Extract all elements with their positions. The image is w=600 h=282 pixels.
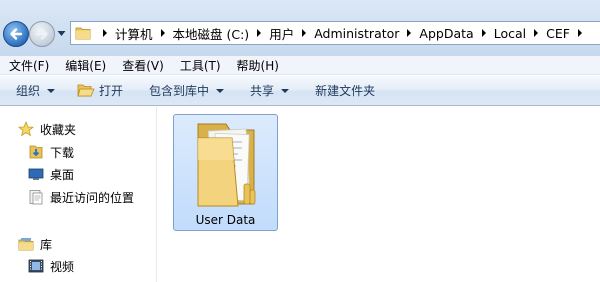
- arrow-right-icon: [35, 28, 48, 40]
- folder-icon: [75, 27, 91, 40]
- menu-file[interactable]: 文件(F): [0, 57, 56, 74]
- nav-libraries[interactable]: 库: [18, 235, 52, 253]
- navigation-pane: 收藏夹 下载 桌面 最近访问的位置 库 视频: [0, 107, 157, 282]
- crumb-computer[interactable]: 计算机: [115, 24, 153, 43]
- open-label: 打开: [99, 84, 124, 98]
- recent-pages-dropdown[interactable]: [57, 29, 66, 38]
- back-button[interactable]: [3, 21, 29, 47]
- breadcrumb-separator[interactable]: [160, 29, 165, 37]
- folder-icon: [197, 123, 256, 207]
- share-button[interactable]: 共享: [236, 76, 301, 105]
- menu-tools[interactable]: 工具(T): [171, 57, 228, 74]
- open-button[interactable]: 打开: [67, 76, 135, 105]
- nav-desktop[interactable]: 桌面: [28, 165, 74, 183]
- breadcrumb-separator[interactable]: [257, 29, 262, 37]
- star-icon: [18, 121, 34, 137]
- address-box[interactable]: 计算机 本地磁盘 (C:) 用户 Administrator AppData L…: [70, 21, 600, 45]
- nav-recent-label: 最近访问的位置: [50, 190, 135, 205]
- file-list: User Data: [158, 107, 600, 282]
- nav-favorites-label: 收藏夹: [40, 122, 77, 137]
- menu-help[interactable]: 帮助(H): [228, 57, 286, 74]
- breadcrumb-separator[interactable]: [103, 29, 107, 37]
- menu-edit[interactable]: 编辑(E): [56, 57, 113, 74]
- folder-item-user-data[interactable]: User Data: [173, 114, 278, 231]
- nav-desktop-label: 桌面: [50, 167, 75, 182]
- breadcrumb: 计算机 本地磁盘 (C:) 用户 Administrator AppData L…: [75, 22, 590, 44]
- new-folder-label: 新建文件夹: [315, 84, 376, 98]
- recent-places-icon: [29, 190, 43, 205]
- crumb-cef[interactable]: CEF: [546, 26, 570, 41]
- include-library-label: 包含到库中: [149, 84, 210, 98]
- breadcrumb-separator[interactable]: [577, 29, 582, 37]
- address-bar-area: 计算机 本地磁盘 (C:) 用户 Administrator AppData L…: [0, 0, 600, 56]
- breadcrumb-separator[interactable]: [407, 29, 412, 37]
- nav-videos[interactable]: 视频: [28, 257, 74, 275]
- organize-button[interactable]: 组织: [0, 76, 67, 105]
- crumb-local[interactable]: Local: [494, 26, 526, 41]
- crumb-appdata[interactable]: AppData: [419, 26, 473, 41]
- chevron-down-icon: [216, 88, 225, 93]
- breadcrumb-separator[interactable]: [302, 29, 307, 37]
- command-bar: 组织 打开 包含到库中 共享 新建文件夹: [0, 76, 600, 106]
- nav-favorites[interactable]: 收藏夹: [18, 120, 76, 138]
- chevron-down-icon: [47, 88, 56, 93]
- include-in-library-button[interactable]: 包含到库中: [135, 76, 236, 105]
- chevron-down-icon: [281, 88, 290, 93]
- open-folder-icon: [77, 84, 95, 97]
- menu-view[interactable]: 查看(V): [113, 57, 171, 74]
- crumb-users[interactable]: 用户: [269, 24, 294, 43]
- video-icon: [28, 259, 44, 273]
- nav-downloads-label: 下载: [50, 145, 75, 160]
- new-folder-button[interactable]: 新建文件夹: [301, 76, 387, 105]
- share-label: 共享: [250, 84, 275, 98]
- crumb-administrator[interactable]: Administrator: [314, 26, 399, 41]
- arrow-left-icon: [10, 28, 23, 40]
- nav-downloads[interactable]: 下载: [28, 143, 74, 161]
- forward-button[interactable]: [29, 21, 55, 47]
- breadcrumb-separator[interactable]: [481, 29, 486, 37]
- breadcrumb-separator[interactable]: [534, 29, 539, 37]
- download-folder-icon: [29, 145, 43, 159]
- nav-recent-places[interactable]: 最近访问的位置: [28, 188, 134, 206]
- organize-label: 组织: [16, 84, 41, 98]
- desktop-icon: [28, 168, 44, 180]
- menu-bar: 文件(F) 编辑(E) 查看(V) 工具(T) 帮助(H): [0, 56, 600, 75]
- folder-name: User Data: [195, 213, 256, 227]
- nav-videos-label: 视频: [50, 259, 75, 274]
- crumb-local-disk[interactable]: 本地磁盘 (C:): [173, 24, 250, 43]
- nav-libraries-label: 库: [40, 237, 53, 252]
- library-icon: [18, 238, 34, 251]
